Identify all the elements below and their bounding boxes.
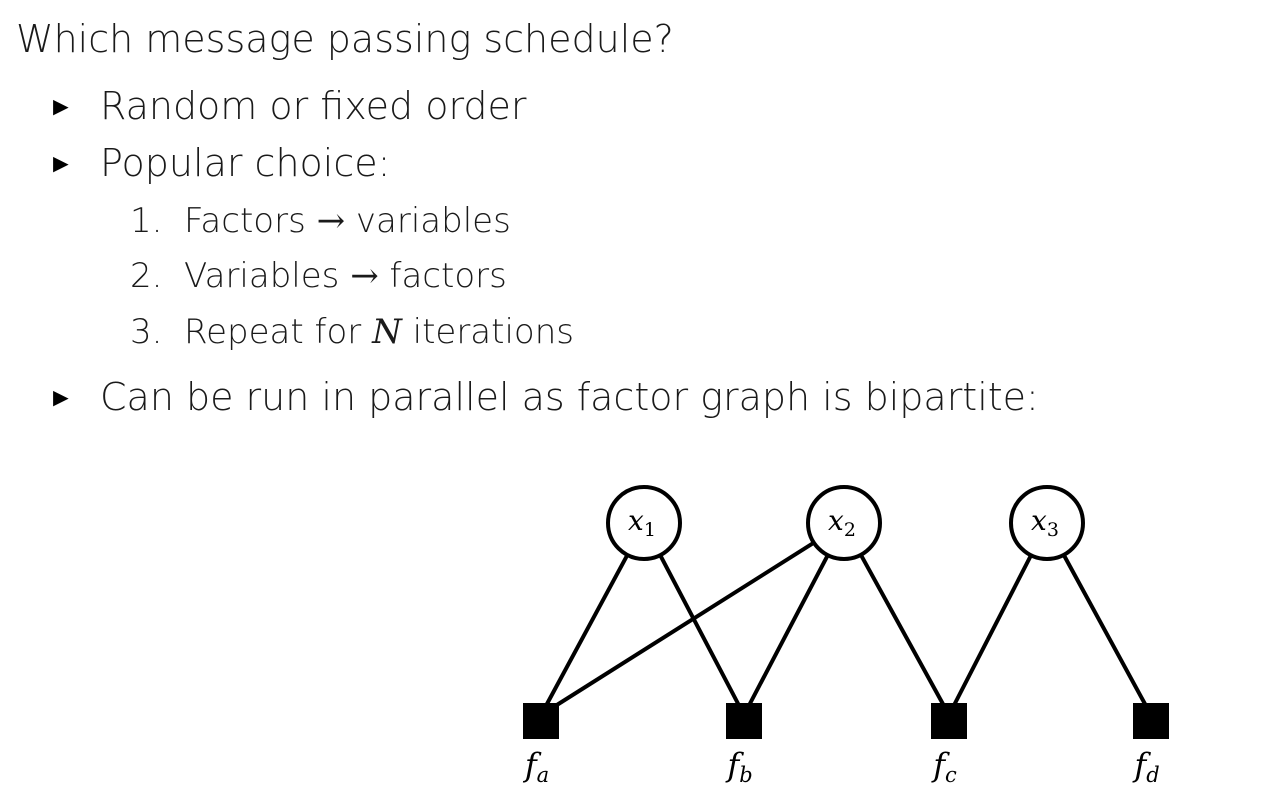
graph-nodes: x1 x2 x3fa fb fc fd [523,485,1169,787]
factor-label-fc: fc [931,746,957,787]
edge-x1-fb [658,554,746,716]
factor-label-fd: fd [1132,746,1159,787]
edge-x3-fd [1061,553,1153,716]
edge-x1-fa [539,553,630,716]
edge-x2-fa [539,541,815,717]
factor-node-fb [726,703,762,739]
factor-node-fc [931,703,967,739]
factor-node-fd [1133,703,1169,739]
factor-node-fa [523,703,559,739]
edge-x2-fc [859,553,951,716]
edge-x3-fc [947,554,1033,716]
factor-label-fb: fb [725,746,752,787]
graph-edges [539,541,1153,717]
factor-graph: x1 x2 x3fa fb fc fd [523,485,1169,787]
factor-label-fa: fa [523,746,549,787]
